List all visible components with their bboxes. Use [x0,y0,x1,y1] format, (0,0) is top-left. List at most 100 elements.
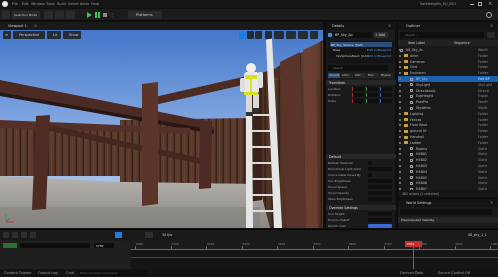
snap-rotation-icon[interactable] [286,31,296,39]
visibility-eye-icon[interactable] [399,159,401,162]
level-viewport[interactable] [0,22,323,228]
menu-build[interactable]: Build [57,2,66,6]
camera-speed-icon[interactable] [298,31,308,39]
sun-height-field[interactable] [368,212,392,216]
playback-options-icon[interactable] [145,232,153,238]
menu-help[interactable]: Help [91,2,99,6]
outliner-search-input[interactable]: Search... [400,32,484,38]
source-control-button[interactable]: Source Control Off [438,271,470,275]
visibility-eye-icon[interactable] [399,66,401,69]
track-search-input[interactable] [20,243,90,248]
column-type[interactable]: Sequence [454,41,470,45]
translate-tool-icon[interactable] [239,31,246,39]
section-default[interactable]: Default [326,154,396,159]
visibility-eye-icon[interactable] [399,83,401,86]
cinematics-icon[interactable] [66,11,75,19]
show-button[interactable]: Show [63,31,81,39]
visibility-eye-icon[interactable] [399,112,401,115]
minimize-icon[interactable] [470,4,474,5]
rotation-z-field[interactable] [380,93,392,97]
stars-brightness-field[interactable] [368,197,392,201]
derived-data-button[interactable]: Derived Data [400,271,423,275]
rotation-y-field[interactable] [366,93,378,97]
stop-button[interactable] [102,11,109,19]
menu-file[interactable]: File [12,2,18,6]
timeline-area[interactable]: 0000 0100 0200 0300 0400 0500 0600 0700 0800 0900… [131,241,498,269]
step-button[interactable] [94,11,101,19]
actor-name-field[interactable]: BP_Sky_Sp [334,32,372,38]
add-component-button[interactable]: + Add [374,32,388,38]
menu-tools[interactable]: Tools [46,2,55,6]
rotation-x-field[interactable] [352,93,364,97]
visibility-eye-icon[interactable] [399,124,401,127]
section-transform[interactable]: Transform [326,80,396,85]
filter-tab-misc[interactable]: Misc [367,73,379,78]
filter-tab-general[interactable]: General [328,73,340,78]
maximize-icon[interactable] [478,2,482,6]
directional-light-picker[interactable] [368,167,392,171]
section-override[interactable]: Override Settings [326,205,396,210]
filter-tab-lod[interactable]: LOD [354,73,366,78]
render-movie-icon[interactable] [21,232,27,238]
visibility-eye-icon[interactable] [399,60,401,63]
details-tab[interactable]: Details [332,24,344,28]
visibility-eye-icon[interactable] [399,49,401,51]
menu-window[interactable]: Window [31,2,45,6]
fps-label[interactable]: 30 fps [162,233,172,237]
filter-tab-actor[interactable]: Actor [341,73,353,78]
cmd-dropdown[interactable]: Cmd [66,271,74,275]
blueprint-icon[interactable] [55,11,64,19]
details-search-input[interactable]: Search [328,65,388,71]
visibility-eye-icon[interactable] [399,165,401,167]
scene-render[interactable] [0,22,323,228]
section-precomputed-visibility[interactable]: Precomputed Visibility [398,217,498,223]
sun-brightness-field[interactable] [368,179,392,183]
edit-in-blueprint-link[interactable]: Edit in Blueprint [367,48,391,52]
outliner-tab[interactable]: Outliner [406,24,420,28]
perspective-button[interactable]: Perspective [13,31,45,39]
scale-x-field[interactable] [352,99,364,103]
location-x-field[interactable] [352,87,364,91]
scale-y-field[interactable] [366,99,378,103]
menu-actor[interactable]: Actor [80,2,89,6]
close-outliner-icon[interactable]: × [490,23,493,28]
rotate-tool-icon[interactable] [247,31,254,39]
colors-determined-checkbox[interactable] [368,173,372,177]
maximize-viewport-icon[interactable] [310,31,318,39]
visibility-eye-icon[interactable] [399,170,401,173]
visibility-eye-icon[interactable] [399,101,401,104]
zenith-color-swatch[interactable] [368,224,392,228]
edit-in-blueprint-link-2[interactable]: Edit in Blueprint [367,54,391,58]
snap-grid-icon[interactable] [274,31,284,39]
location-z-field[interactable] [380,87,392,91]
save-icon[interactable] [2,11,10,19]
location-y-field[interactable] [366,87,378,91]
camera-lock-icon[interactable] [30,232,36,238]
close-details-icon[interactable]: × [388,23,391,28]
more-options-button[interactable]: ⋮ [110,11,117,19]
visibility-eye-icon[interactable] [399,78,401,80]
visibility-eye-icon[interactable] [399,89,401,92]
visibility-eye-icon[interactable] [399,95,401,98]
visibility-eye-icon[interactable] [399,153,401,156]
refresh-material-checkbox[interactable] [368,161,372,165]
visibility-eye-icon[interactable] [399,107,401,109]
filter-tab-physics[interactable]: Physics [380,73,393,78]
visibility-eye-icon[interactable] [399,136,401,138]
visibility-eye-icon[interactable] [399,182,401,185]
component-root[interactable]: BP_Sky_Sphere (Self) [330,42,392,47]
scale-z-field[interactable] [380,99,392,103]
output-log-button[interactable]: Output Log [38,271,58,275]
menu-edit[interactable]: Edit [22,2,29,6]
menu-select[interactable]: Select [68,2,79,6]
select-mode-button[interactable]: Selection Mode [12,11,40,19]
component-mesh[interactable]: SkySphereMesh (Inh.) Edit in Blueprint [336,54,394,59]
outliner-filter-icon[interactable] [487,32,495,38]
viewport-tab[interactable]: Viewport 1 [8,24,27,28]
world-settings-search[interactable] [400,209,492,215]
component-base[interactable]: Base Edit in Blueprint [333,48,393,53]
snap-sequencer-icon[interactable] [115,232,122,238]
visibility-eye-icon[interactable] [399,54,401,57]
cloud-speed-field[interactable] [368,185,392,189]
frame-field[interactable]: 0782 [94,243,114,248]
